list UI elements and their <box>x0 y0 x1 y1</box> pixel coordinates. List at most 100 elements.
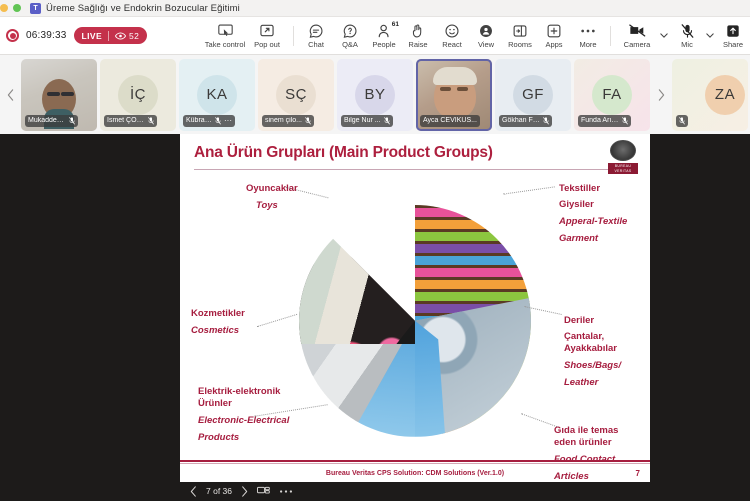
people-button[interactable]: 61 People <box>367 18 401 54</box>
live-badge: LIVE 52 <box>73 27 148 44</box>
viewers-count: 52 <box>129 30 140 41</box>
slide-navigation-bar: 7 of 36 <box>180 481 650 501</box>
slide-next-button[interactable] <box>241 485 248 497</box>
avatar: ZA <box>705 74 745 115</box>
slide-layout-button[interactable] <box>257 486 270 497</box>
qa-icon <box>343 22 357 39</box>
raise-hand-button[interactable]: Raise <box>401 18 435 54</box>
people-label: People <box>372 40 396 49</box>
teams-meeting-window: T Üreme Sağlığı ve Endokrin Bozucular Eğ… <box>0 0 750 501</box>
participant-tile[interactable]: İÇ İsmet ÇOK... <box>100 58 176 131</box>
participant-tile[interactable]: GF Gökhan Fİ... <box>495 58 571 131</box>
pop-out-icon <box>260 22 274 39</box>
chat-button[interactable]: Chat <box>299 18 333 54</box>
participant-strip: Mukaddes... İÇ İsmet ÇOK... KA Kübra ...… <box>0 55 750 134</box>
label-electrical-en2: Products <box>198 431 240 443</box>
leader-line-textiles <box>503 186 555 195</box>
minimize-button[interactable] <box>0 4 8 12</box>
chevron-down-icon <box>706 33 714 38</box>
participant-tile[interactable]: FA Funda Arık... <box>574 58 650 131</box>
label-textiles-en2: Garment <box>559 232 599 244</box>
more-ellipsis-icon <box>580 22 596 39</box>
camera-button[interactable]: Camera <box>616 18 658 54</box>
apps-button[interactable]: Apps <box>537 18 571 54</box>
slide-layout-icon <box>257 486 270 494</box>
window-controls[interactable] <box>0 4 21 12</box>
participant-tile[interactable]: BY Bilge Nur ... <box>337 58 413 131</box>
label-textiles-tr1: Tekstiller <box>559 183 601 194</box>
mic-button[interactable]: Mic <box>670 18 704 54</box>
react-button[interactable]: React <box>435 18 469 54</box>
take-control-button[interactable]: Take control <box>204 18 246 54</box>
mic-label: Mic <box>681 40 693 49</box>
more-ellipsis-icon <box>279 489 293 493</box>
label-cosmetics: Kozmetikler Cosmetics <box>191 308 245 337</box>
avatar: KA <box>197 74 237 115</box>
participant-tile-active-speaker[interactable]: Ayca CEVIKUS... <box>416 58 492 131</box>
label-textiles-en1: Apperal-Textile <box>559 215 628 227</box>
participant-name: İsmet ÇOK... <box>107 117 145 124</box>
pop-out-button[interactable]: Pop out <box>246 18 288 54</box>
label-electrical-en1: Electronic-Electrical <box>198 414 290 426</box>
shared-slide[interactable]: Ana Ürün Grupları (Main Product Groups) … <box>180 134 650 482</box>
label-toys: Oyuncaklar Toys <box>246 183 298 212</box>
participant-name: Ayca CEVIKUS... <box>423 117 477 124</box>
chat-label: Chat <box>308 40 324 49</box>
share-button[interactable]: Share <box>716 18 750 54</box>
teams-icon: T <box>30 2 41 14</box>
mic-off-icon <box>679 116 685 124</box>
participant-more-icon[interactable]: ··· <box>224 116 232 125</box>
window-title-bar: T Üreme Sağlığı ve Endokrin Bozucular Eğ… <box>0 0 750 17</box>
avatar: SÇ <box>276 74 316 115</box>
rooms-label: Rooms <box>508 40 532 49</box>
label-electrical: Elektrik-elektronik Ürünler Electronic-E… <box>198 386 289 444</box>
slide-title: Ana Ürün Grupları (Main Product Groups) <box>194 144 493 161</box>
participant-name: Kübra ... <box>186 117 212 124</box>
maximize-button[interactable] <box>13 4 21 12</box>
participant-nameplate: sinem çilo... <box>262 114 314 127</box>
take-control-icon <box>217 22 233 39</box>
label-textiles-tr2: Giysiler <box>559 198 594 210</box>
more-button[interactable]: More <box>571 18 605 54</box>
record-icon[interactable] <box>6 29 19 42</box>
participant-nameplate: İsmet ÇOK... <box>104 114 157 127</box>
participant-name: Gökhan Fİ... <box>502 117 540 124</box>
participant-tile[interactable]: KA Kübra ... ··· <box>179 58 255 131</box>
view-button[interactable]: View <box>469 18 503 54</box>
mic-options-chevron[interactable] <box>704 18 716 54</box>
avatar: GF <box>513 74 553 115</box>
label-toys-en: Toys <box>256 199 278 211</box>
camera-label: Camera <box>623 40 651 49</box>
slide-page-indicator: 7 of 36 <box>206 486 232 496</box>
participants-next-button[interactable] <box>653 88 669 101</box>
raise-label: Raise <box>408 40 428 49</box>
qa-button[interactable]: Q&A <box>333 18 367 54</box>
qa-label: Q&A <box>342 40 358 49</box>
participant-tile[interactable]: ZA <box>672 58 748 131</box>
rooms-button[interactable]: Rooms <box>503 18 537 54</box>
people-icon <box>378 22 391 39</box>
leader-line-cosmetics <box>256 313 298 328</box>
mic-off-icon <box>215 116 221 124</box>
meeting-toolbar: 06:39:33 LIVE 52 Take control Pop out Ch… <box>0 17 750 55</box>
chat-icon <box>309 22 323 39</box>
participant-nameplate: Bilge Nur ... <box>341 114 393 127</box>
participant-tile[interactable]: SÇ sinem çilo... <box>258 58 334 131</box>
people-count-badge: 61 <box>391 20 399 28</box>
label-food-tr2: eden ürünler <box>554 436 612 448</box>
window-title: Üreme Sağlığı ve Endokrin Bozucular Eğit… <box>46 2 240 14</box>
product-groups-wheel <box>299 204 531 437</box>
toolbar-actions: Take control Pop out Chat Q&A 61 People … <box>204 18 750 54</box>
slide-prev-button[interactable] <box>190 485 197 497</box>
rooms-icon <box>513 22 527 39</box>
camera-options-chevron[interactable] <box>658 18 670 54</box>
raise-hand-icon <box>412 22 424 39</box>
mic-off-icon <box>543 116 549 124</box>
slide-header: Ana Ürün Grupları (Main Product Groups) … <box>180 134 650 174</box>
participant-name: Mukaddes... <box>28 117 66 124</box>
slide-more-button[interactable] <box>279 489 293 494</box>
view-label: View <box>477 40 495 49</box>
view-icon <box>479 22 493 39</box>
participants-prev-button[interactable] <box>2 88 18 101</box>
participant-tile[interactable]: Mukaddes... <box>21 58 97 131</box>
